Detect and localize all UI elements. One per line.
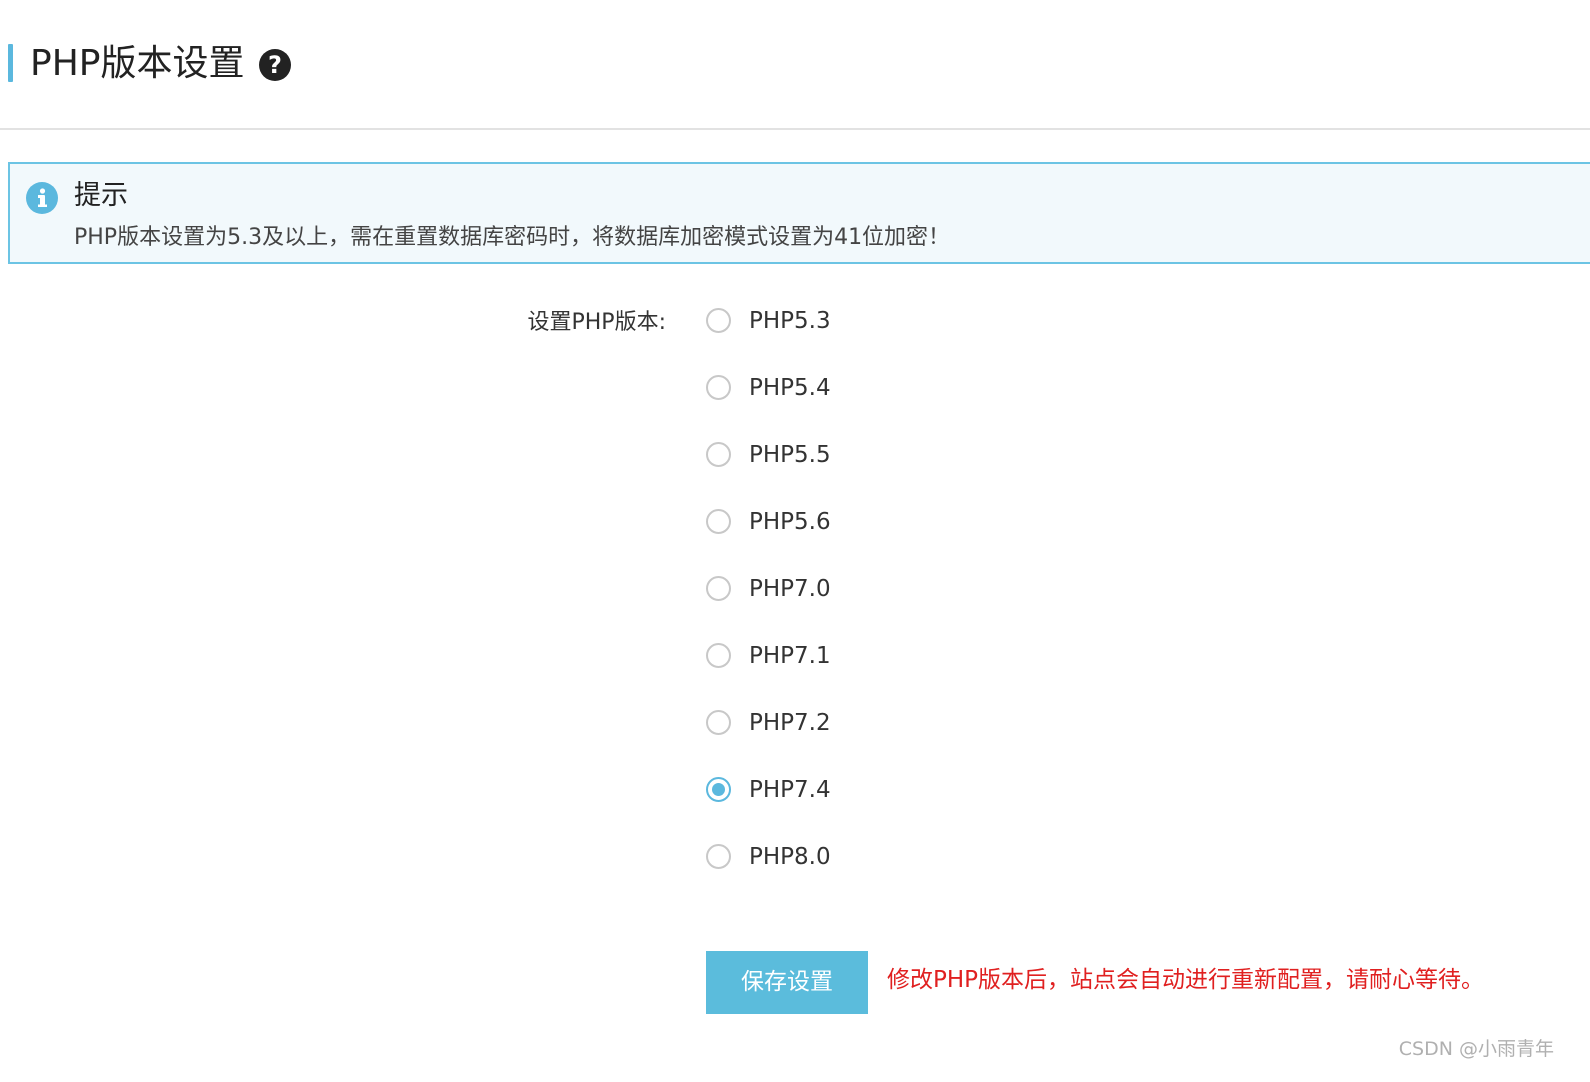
radio-option-php80[interactable]: PHP8.0 <box>705 840 1105 907</box>
radio-option-php74[interactable]: PHP7.4 <box>705 773 1105 840</box>
page-title: PHP版本设置 <box>30 43 245 84</box>
alert-title: 提示 <box>74 180 128 211</box>
title-accent-bar <box>8 44 13 82</box>
header-divider <box>0 128 1590 130</box>
radio-button[interactable] <box>706 576 731 601</box>
radio-label: PHP7.1 <box>749 643 831 669</box>
watermark: CSDN @小雨青年 <box>1398 1038 1554 1060</box>
radio-option-php54[interactable]: PHP5.4 <box>705 371 1105 438</box>
radio-button[interactable] <box>706 442 731 467</box>
radio-label: PHP5.3 <box>749 308 831 334</box>
radio-option-php55[interactable]: PHP5.5 <box>705 438 1105 505</box>
radio-button[interactable] <box>706 375 731 400</box>
php-version-label: 设置PHP版本: <box>527 310 667 335</box>
radio-button[interactable] <box>706 844 731 869</box>
php-version-settings-page: PHP版本设置 ? 提示 PHP版本设置为5.3及以上，需在重置数据库密码时，将… <box>0 0 1590 1082</box>
question-circle-icon[interactable]: ? <box>259 49 291 81</box>
radio-option-php71[interactable]: PHP7.1 <box>705 639 1105 706</box>
php-version-radio-group: PHP5.3 PHP5.4 PHP5.5 PHP5.6 PHP7.0 PHP7.… <box>705 304 1105 907</box>
radio-option-php72[interactable]: PHP7.2 <box>705 706 1105 773</box>
radio-button[interactable] <box>706 308 731 333</box>
alert-message: PHP版本设置为5.3及以上，需在重置数据库密码时，将数据库加密模式设置为41位… <box>74 225 951 250</box>
radio-label: PHP5.6 <box>749 509 831 535</box>
radio-label: PHP5.5 <box>749 442 831 468</box>
tip-alert: 提示 PHP版本设置为5.3及以上，需在重置数据库密码时，将数据库加密模式设置为… <box>8 162 1590 264</box>
radio-label: PHP7.2 <box>749 710 831 736</box>
radio-option-php56[interactable]: PHP5.6 <box>705 505 1105 572</box>
radio-option-php53[interactable]: PHP5.3 <box>705 304 1105 371</box>
radio-button[interactable] <box>706 643 731 668</box>
radio-label: PHP7.0 <box>749 576 831 602</box>
radio-button[interactable] <box>706 509 731 534</box>
radio-label: PHP7.4 <box>749 777 831 803</box>
radio-label: PHP5.4 <box>749 375 831 401</box>
save-settings-button[interactable]: 保存设置 <box>706 951 868 1014</box>
radio-label: PHP8.0 <box>749 844 831 870</box>
radio-button[interactable] <box>706 777 731 802</box>
radio-button[interactable] <box>706 710 731 735</box>
save-warning-note: 修改PHP版本后，站点会自动进行重新配置，请耐心等待。 <box>887 967 1485 993</box>
radio-option-php70[interactable]: PHP7.0 <box>705 572 1105 639</box>
info-circle-icon <box>26 182 58 214</box>
